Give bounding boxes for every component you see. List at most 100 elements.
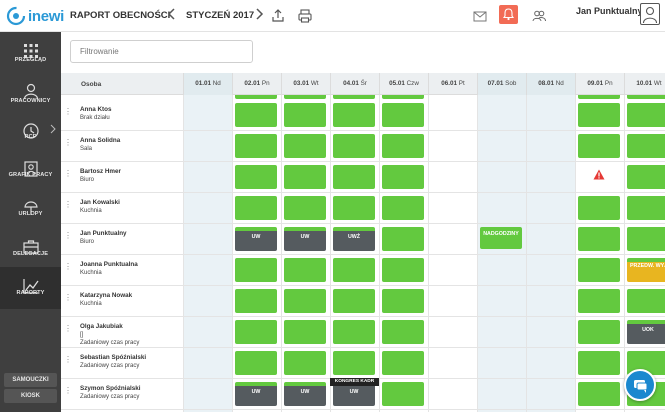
work-cell[interactable] [578,320,620,344]
work-cell[interactable] [235,165,277,189]
work-cell[interactable] [382,227,424,251]
employee-name[interactable]: Olga Jakubiak [80,323,123,330]
work-cell[interactable] [382,103,424,127]
work-cell[interactable] [382,320,424,344]
work-cell[interactable] [235,196,277,220]
warning-icon[interactable] [593,169,605,180]
work-cell[interactable] [382,382,424,406]
work-cell[interactable] [284,103,326,127]
work-cell[interactable] [284,165,326,189]
work-cell[interactable] [627,134,665,158]
work-cell[interactable] [333,103,375,127]
absence-cell[interactable]: UW [235,227,277,251]
prev-month-button[interactable] [167,7,177,23]
employee-name[interactable]: Anna Solidna [80,137,120,144]
employee-name[interactable]: Sebastian Spóźnialski [80,354,146,361]
work-cell[interactable] [578,196,620,220]
absence-cell[interactable]: UW [284,382,326,406]
work-cell[interactable] [284,134,326,158]
day-header[interactable]: 03.01 Wt [281,73,330,95]
work-cell[interactable] [382,165,424,189]
day-header[interactable]: 06.01 Pt [428,73,477,95]
day-header[interactable]: 08.01 Nd [526,73,575,95]
work-cell[interactable] [578,382,620,406]
employee-name[interactable]: Katarzyna Nowak [80,292,132,299]
work-cell[interactable] [235,103,277,127]
absence-cell[interactable]: UW [235,382,277,406]
work-cell[interactable] [578,227,620,251]
work-cell[interactable] [235,289,277,313]
work-cell[interactable] [333,289,375,313]
printer-icon[interactable] [297,8,313,24]
work-cell[interactable] [333,320,375,344]
work-cell[interactable] [284,320,326,344]
employee-name[interactable]: Joanna Punktualna [80,261,138,268]
filter-input[interactable] [70,40,253,63]
work-cell[interactable] [627,196,665,220]
overtime-work-cell[interactable]: NADGODZINY [480,227,522,249]
employee-name[interactable]: Bartosz Hmer [80,168,121,175]
work-cell[interactable] [627,103,665,127]
export-icon[interactable] [270,8,286,24]
app-logo[interactable]: inewi [6,6,64,26]
employee-name[interactable]: Jan Kowalski [80,199,120,206]
drag-handle-icon[interactable]: ⋮ [64,294,72,302]
kiosk-button[interactable]: KIOSK [4,389,57,403]
work-cell[interactable] [235,351,277,375]
work-cell[interactable] [627,165,665,189]
work-cell[interactable] [578,351,620,375]
day-header[interactable]: 05.01 Czw [379,73,428,95]
absence-cell[interactable]: UW [284,227,326,251]
next-month-button[interactable] [254,7,264,23]
drag-handle-icon[interactable]: ⋮ [64,387,72,395]
day-header[interactable]: 10.01 Wt [624,73,665,95]
sidebar-item-raporty[interactable]: RAPORTY [0,267,61,309]
work-cell[interactable] [578,103,620,127]
day-header[interactable]: 07.01 Sob [477,73,526,95]
user-name[interactable]: Jan Punktualny [576,6,643,16]
work-cell[interactable] [627,289,665,313]
users-icon[interactable] [531,8,547,24]
day-header[interactable]: 02.01 Pn [232,73,281,95]
work-cell[interactable] [284,289,326,313]
overtime-cell[interactable]: PRZEDW. WYJ [627,258,665,282]
work-cell[interactable] [382,134,424,158]
work-cell[interactable] [578,289,620,313]
work-cell[interactable] [284,351,326,375]
work-cell[interactable] [333,196,375,220]
work-cell[interactable] [578,258,620,282]
envelope-icon[interactable] [472,8,488,24]
day-header[interactable]: 01.01 Nd [183,73,232,95]
drag-handle-icon[interactable]: ⋮ [64,356,72,364]
absence-cell[interactable]: UOK [627,320,665,344]
work-cell[interactable] [235,320,277,344]
work-cell[interactable] [333,258,375,282]
work-cell[interactable] [235,258,277,282]
work-cell[interactable] [578,134,620,158]
work-cell[interactable] [333,351,375,375]
employee-name[interactable]: Szymon Spóźnialski [80,385,141,392]
notifications-button[interactable] [499,5,518,24]
day-header[interactable]: 04.01 Śr [330,73,379,95]
chat-button[interactable] [624,369,656,401]
avatar[interactable] [640,3,660,25]
absence-cell[interactable]: UWŻ [333,227,375,251]
drag-handle-icon[interactable]: ⋮ [64,232,72,240]
work-cell[interactable] [235,134,277,158]
event-badge[interactable]: KONGRES KADR [330,378,379,386]
day-header[interactable]: 09.01 Pn [575,73,624,95]
work-cell[interactable] [627,227,665,251]
drag-handle-icon[interactable]: ⋮ [64,263,72,271]
work-cell[interactable] [333,134,375,158]
drag-handle-icon[interactable]: ⋮ [64,108,72,116]
employee-name[interactable]: Anna Ktos [80,106,112,113]
work-cell[interactable] [333,165,375,189]
drag-handle-icon[interactable]: ⋮ [64,170,72,178]
drag-handle-icon[interactable]: ⋮ [64,325,72,333]
drag-handle-icon[interactable]: ⋮ [64,139,72,147]
employee-name[interactable]: Jan Punktualny [80,230,127,237]
work-cell[interactable] [284,196,326,220]
tutorials-button[interactable]: SAMOUCZKI [4,373,57,387]
work-cell[interactable] [382,351,424,375]
drag-handle-icon[interactable]: ⋮ [64,201,72,209]
